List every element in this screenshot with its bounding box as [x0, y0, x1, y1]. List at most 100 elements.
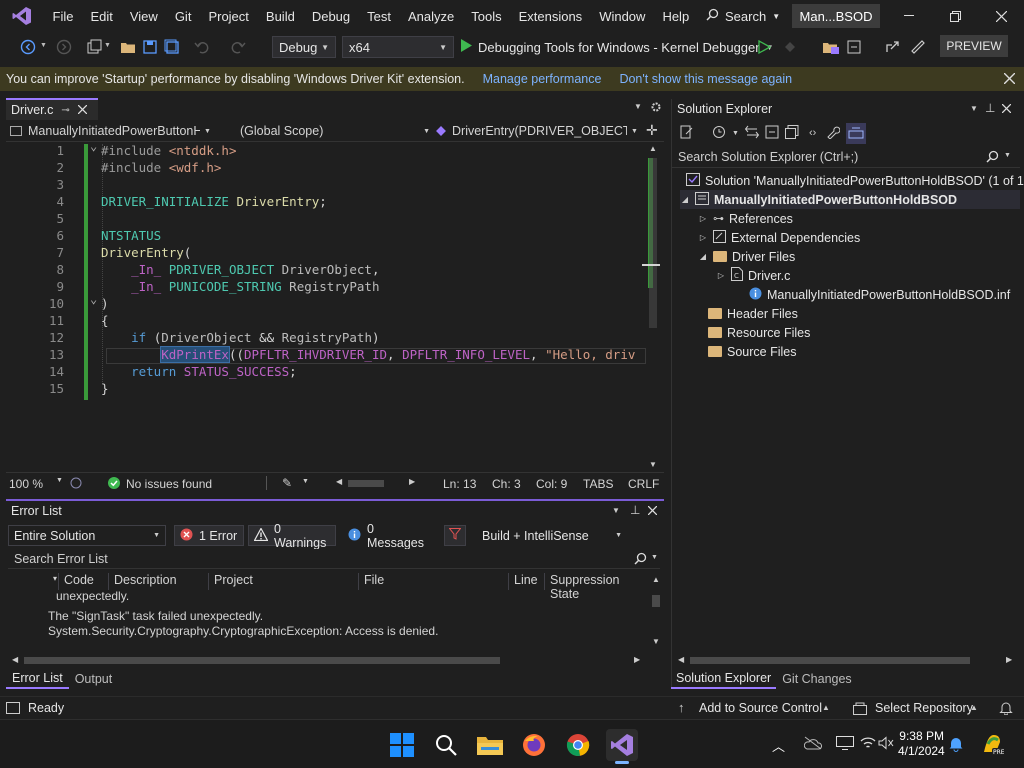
dont-show-again-link[interactable]: Don't show this message again: [619, 72, 792, 86]
scroll-down-arrow-icon[interactable]: ▼: [649, 460, 657, 469]
tab-output[interactable]: Output: [69, 670, 119, 688]
live-share-icon[interactable]: [884, 39, 900, 55]
horizontal-scroll-thumb[interactable]: [348, 480, 384, 487]
volume-icon[interactable]: [878, 736, 894, 750]
tab-error-list[interactable]: Error List: [6, 669, 69, 689]
menu-git[interactable]: Git: [166, 9, 200, 24]
close-icon[interactable]: [648, 506, 657, 515]
copilot-icon[interactable]: [910, 39, 926, 55]
add-to-source-control-button[interactable]: Add to Source Control: [699, 701, 822, 715]
scrollbar-thumb[interactable]: [24, 657, 500, 664]
open-folder-icon[interactable]: [120, 39, 136, 55]
menu-help[interactable]: Help: [654, 9, 698, 24]
scroll-down-arrow-icon[interactable]: ▼: [652, 637, 660, 646]
menu-test[interactable]: Test: [359, 9, 400, 24]
properties-wrench-icon[interactable]: [826, 125, 841, 142]
code-line[interactable]: 1 #include <ntddk.h>: [6, 142, 646, 159]
scrollbar-thumb[interactable]: [652, 595, 660, 607]
code-line[interactable]: 4 DRIVER_INITIALIZE DriverEntry;: [6, 193, 646, 210]
expanded-triangle-icon[interactable]: ◢: [680, 195, 690, 204]
attach-icon[interactable]: [846, 39, 862, 55]
collapsed-triangle-icon[interactable]: ▷: [698, 233, 708, 242]
code-editor[interactable]: 1 #include <ntddk.h> 2 #include <wdf.h> 3 4 DR…: [6, 139, 646, 472]
column-description[interactable]: Description: [108, 573, 177, 590]
menu-window[interactable]: Window: [591, 9, 654, 24]
solution-explorer-horizontal-scrollbar[interactable]: ◀ ▶: [674, 653, 1018, 667]
fold-chevron-icon[interactable]: ⌄: [90, 292, 97, 306]
column-project[interactable]: Project: [208, 573, 253, 590]
close-icon[interactable]: [1004, 73, 1015, 84]
scroll-right-arrow-icon[interactable]: ▶: [634, 655, 640, 664]
zoom-level[interactable]: 100 %: [9, 477, 43, 491]
line-number[interactable]: Ln: 13: [443, 477, 476, 491]
split-editor-icon[interactable]: ✛: [646, 122, 658, 139]
visual-studio-taskbar-icon[interactable]: [606, 729, 638, 764]
chevron-up-icon[interactable]: ▲: [970, 703, 978, 712]
code-line[interactable]: 11 {: [6, 312, 646, 329]
chevron-down-icon[interactable]: ▼: [40, 42, 47, 49]
close-icon[interactable]: [77, 103, 88, 117]
network-icon[interactable]: [860, 736, 876, 750]
onedrive-icon[interactable]: [804, 736, 822, 750]
scroll-right-arrow-icon[interactable]: ▶: [409, 477, 415, 486]
start-debugging-button[interactable]: Debugging Tools for Windows - Kernel Deb…: [460, 36, 774, 58]
scroll-up-arrow-icon[interactable]: ▲: [649, 144, 657, 153]
column-line[interactable]: Line: [508, 573, 538, 590]
menu-tools[interactable]: Tools: [463, 9, 510, 24]
new-project-icon[interactable]: [86, 39, 102, 55]
char-number[interactable]: Ch: 3: [492, 477, 521, 491]
chrome-icon[interactable]: [562, 729, 594, 761]
global-search-button[interactable]: Search ▼: [698, 4, 788, 28]
fold-chevron-icon[interactable]: ⌄: [90, 139, 97, 153]
scroll-left-arrow-icon[interactable]: ◀: [678, 655, 684, 664]
code-view-icon[interactable]: ‹›: [805, 127, 820, 139]
manage-performance-link[interactable]: Manage performance: [483, 72, 602, 86]
minimize-button[interactable]: [886, 0, 932, 32]
error-list-horizontal-scrollbar[interactable]: ◀ ▶: [8, 653, 648, 667]
sort-arrow-icon[interactable]: ▾: [48, 573, 57, 590]
tab-git-changes[interactable]: Git Changes: [776, 670, 857, 688]
code-line[interactable]: 8 _In_ PDRIVER_OBJECT DriverObject,: [6, 261, 646, 278]
file-explorer-icon[interactable]: [474, 729, 506, 761]
collapsed-triangle-icon[interactable]: ▷: [698, 214, 708, 223]
solution-folder-icon[interactable]: [822, 39, 840, 55]
pin-icon[interactable]: ⊥: [630, 503, 640, 517]
column-code[interactable]: Code: [58, 573, 94, 590]
back-arrow-icon[interactable]: [20, 39, 36, 55]
chevron-down-icon[interactable]: ▼: [732, 130, 739, 137]
menu-view[interactable]: View: [121, 9, 166, 24]
scroll-left-arrow-icon[interactable]: ◀: [12, 655, 18, 664]
tree-item-driver-files[interactable]: ◢ Driver Files: [698, 247, 795, 266]
tree-item-resource-files[interactable]: Resource Files: [708, 323, 810, 342]
chevron-down-icon[interactable]: ▼: [634, 102, 642, 111]
chevron-down-icon[interactable]: ▼: [302, 478, 309, 485]
scrollbar-thumb[interactable]: [649, 158, 657, 328]
scope-dropdown[interactable]: (Global Scope) ▼: [240, 122, 430, 140]
error-list-vertical-scrollbar[interactable]: ▲ ▼: [650, 573, 662, 649]
notification-bell-icon[interactable]: [948, 736, 964, 752]
issues-status[interactable]: No issues found: [126, 477, 212, 491]
code-line[interactable]: 14 return STATUS_SUCCESS;: [6, 363, 646, 380]
pending-changes-icon[interactable]: [744, 125, 760, 142]
save-icon[interactable]: [142, 39, 158, 55]
windows-start-icon[interactable]: [386, 729, 418, 761]
select-repository-button[interactable]: Select Repository: [875, 701, 973, 715]
menu-analyze[interactable]: Analyze: [399, 9, 462, 24]
code-line[interactable]: 7 DriverEntry(: [6, 244, 646, 261]
menu-edit[interactable]: Edit: [82, 9, 121, 24]
history-icon[interactable]: [712, 125, 726, 142]
taskbar-search-icon[interactable]: [430, 729, 462, 761]
column-suppression-state[interactable]: Suppression State: [544, 573, 648, 601]
build-intellisense-select[interactable]: Build + IntelliSense ▼: [476, 525, 628, 546]
solution-node[interactable]: Solution 'ManuallyInitiatedPowerButtonHo…: [686, 171, 1024, 190]
platform-select[interactable]: x64 ▼: [342, 36, 454, 58]
code-line[interactable]: 13 KdPrintEx((DPFLTR_IHVDRIVER_ID, DPFLT…: [6, 346, 646, 363]
filter-toggle-button[interactable]: [444, 525, 466, 546]
warnings-filter-button[interactable]: 0 Warnings: [248, 522, 336, 550]
preview-selected-icon[interactable]: [846, 122, 867, 144]
expanded-triangle-icon[interactable]: ◢: [698, 252, 708, 261]
health-icon[interactable]: [70, 477, 82, 489]
clock[interactable]: 9:38 PM 4/1/2024: [898, 729, 945, 759]
tree-item-inf-file[interactable]: ManuallyInitiatedPowerButtonHoldBSOD.inf: [734, 285, 1010, 304]
chevron-down-icon[interactable]: ▼: [56, 477, 63, 484]
